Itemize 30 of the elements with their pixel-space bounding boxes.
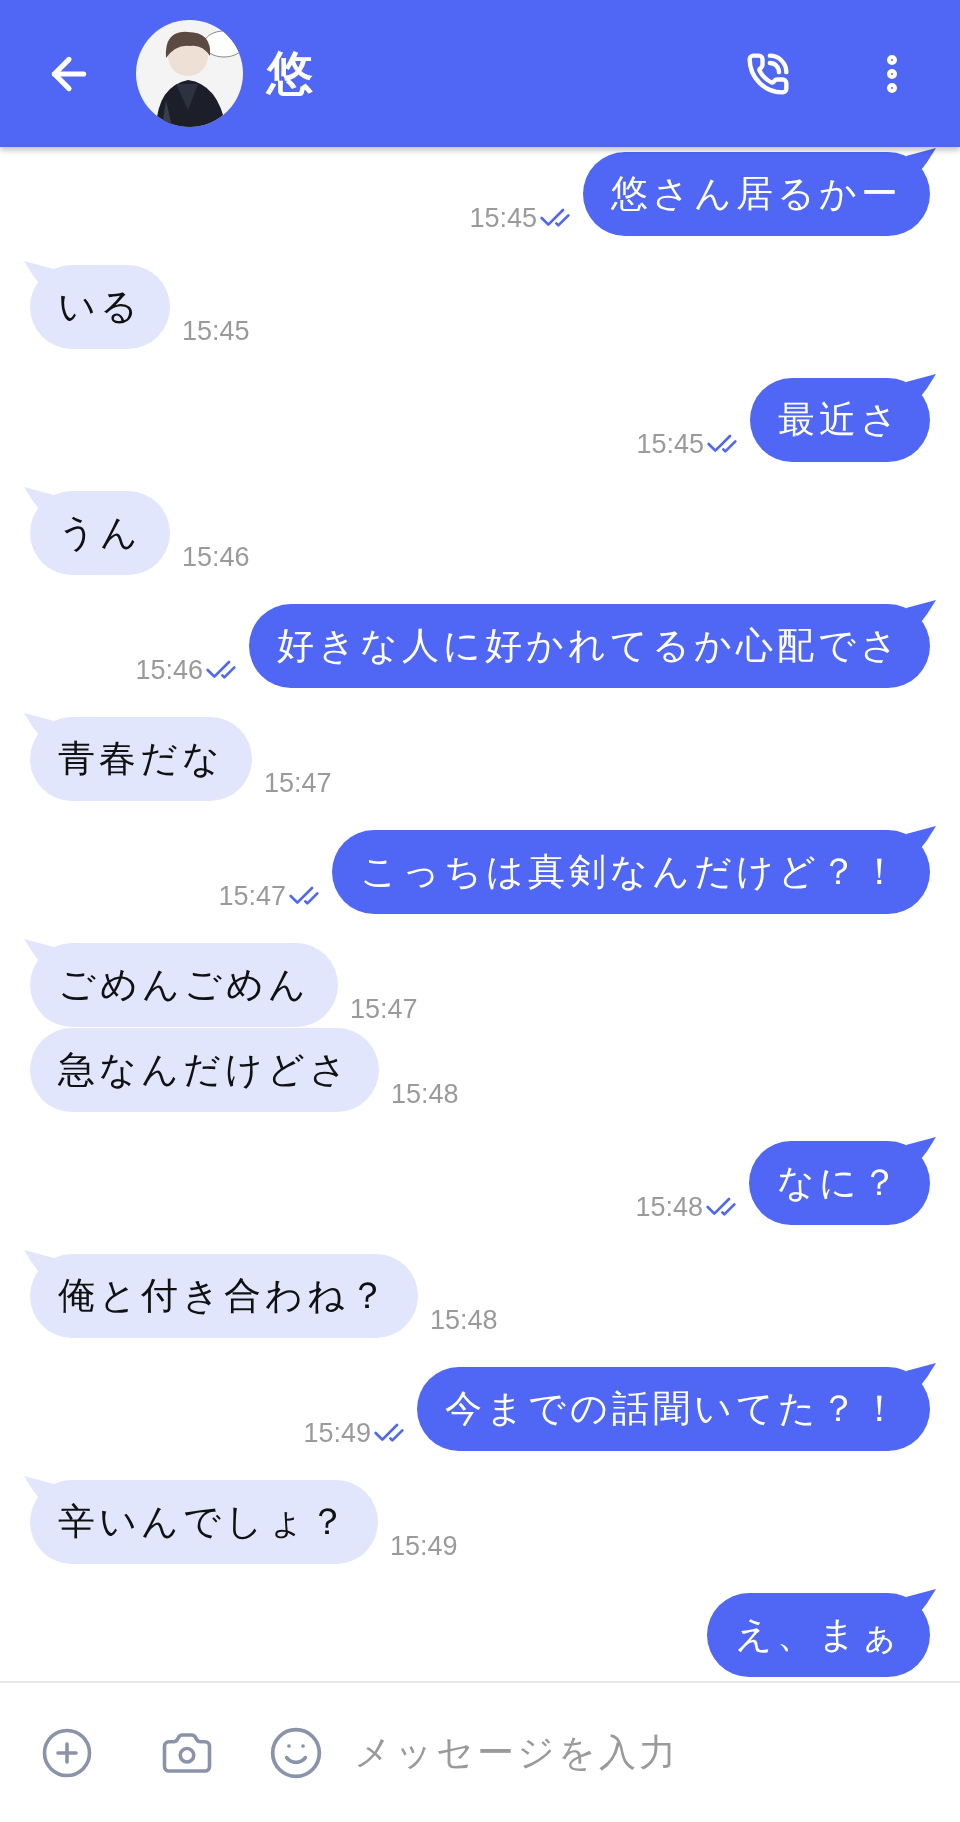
- message-bubble: 最近さ: [750, 378, 930, 462]
- message-time: 15:45: [636, 428, 704, 460]
- message-bubble: いる: [30, 265, 170, 349]
- message-bubble: うん: [30, 491, 170, 575]
- message-time: 15:46: [135, 654, 203, 686]
- message-time: 15:47: [264, 768, 332, 799]
- message-time: 15:45: [182, 316, 250, 347]
- message-input-field[interactable]: メッセージを入力: [352, 1721, 960, 1784]
- call-icon[interactable]: [746, 51, 790, 96]
- message-bubble: 今までの話聞いてた？！: [417, 1367, 930, 1451]
- message-time: 15:48: [430, 1305, 498, 1336]
- message-time: 15:45: [469, 202, 537, 234]
- message-time: 15:48: [391, 1079, 459, 1110]
- message-bubble: 辛いんでしょ？: [30, 1480, 378, 1564]
- contact-name: 悠: [267, 44, 314, 102]
- message-time: 15:48: [635, 1191, 703, 1223]
- message-bubble: 悠さん居るかー: [583, 152, 930, 236]
- message-time: 15:46: [182, 542, 250, 573]
- message-bubble: 好きな人に好かれてるか心配でさ: [249, 604, 930, 688]
- message-bubble: なに？: [749, 1141, 930, 1225]
- message-time: 15:47: [218, 880, 286, 912]
- message-bubble: こっちは真剣なんだけど？！: [332, 830, 930, 914]
- message-time: 15:49: [390, 1531, 458, 1562]
- message-bubble: え、まぁ: [707, 1593, 930, 1677]
- message-bubble: 青春だな: [30, 717, 252, 801]
- message-bubble: 急なんだけどさ: [30, 1028, 379, 1112]
- message-bubble: ごめんごめん: [30, 943, 338, 1027]
- message-time: 15:49: [303, 1417, 371, 1449]
- message-bubble: 俺と付き合わね？: [30, 1254, 418, 1338]
- message-time: 15:47: [350, 994, 418, 1025]
